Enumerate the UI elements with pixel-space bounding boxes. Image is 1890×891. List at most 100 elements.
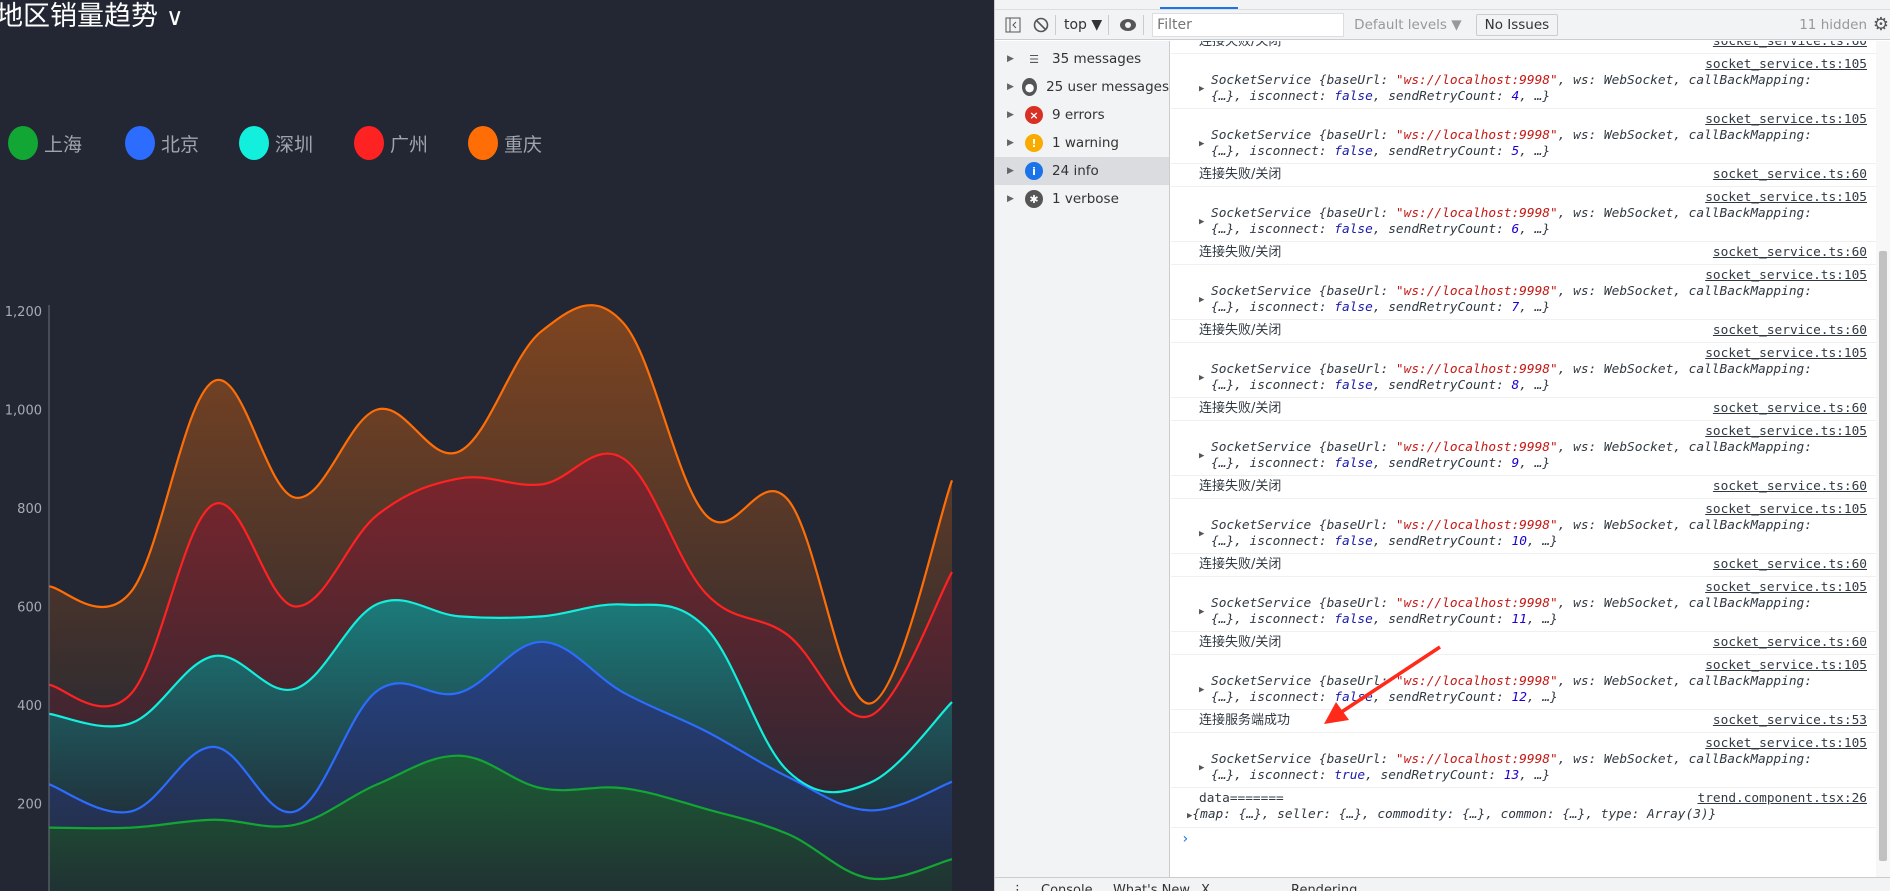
sidebar-item-2[interactable]: ▶ × 9 errors [995, 101, 1169, 129]
log-object[interactable]: socket_service.ts:105 ▶ SocketService {bas… [1171, 54, 1877, 109]
source-link[interactable]: socket_service.ts:105 [1199, 112, 1867, 128]
sidebar-item-3[interactable]: ▶! 1 warning [995, 129, 1169, 157]
obj-l2a: {…}, isconnect: [1211, 222, 1335, 237]
isconnect-value: false [1334, 89, 1373, 104]
devtools-panel: top ▼ Default levels ▼ No Issues 11 hidd… [994, 0, 1890, 891]
source-link[interactable]: socket_service.ts:60 [1713, 557, 1867, 573]
sidebar-toggle-icon[interactable] [1005, 13, 1021, 37]
log-object[interactable]: socket_service.ts:105 ▶ SocketService {bas… [1171, 109, 1877, 164]
log-object[interactable]: socket_service.ts:105 ▶ SocketService {bas… [1171, 577, 1877, 632]
log-levels-dropdown[interactable]: Default levels ▼ [1354, 17, 1461, 33]
source-link[interactable]: socket_service.ts:105 [1199, 190, 1867, 206]
log-object[interactable]: socket_service.ts:105 ▶ SocketService {bas… [1171, 265, 1877, 320]
obj-l2b: , sendRetryCount: [1372, 612, 1512, 627]
console-prompt[interactable]: › [1171, 828, 1877, 850]
obj-url: "ws://localhost:9998" [1395, 596, 1558, 611]
source-link[interactable]: socket_service.ts:60 [1713, 479, 1867, 495]
drawer-tab-whats-new[interactable]: What's New [1113, 883, 1190, 891]
gear-icon[interactable]: ⚙ [1873, 14, 1889, 35]
expand-triangle-icon[interactable]: ▶ [1007, 166, 1025, 176]
source-link[interactable]: socket_service.ts:105 [1199, 658, 1867, 674]
legend-item-3[interactable]: 广州 [354, 126, 428, 160]
legend-item-1[interactable]: 北京 [125, 126, 199, 160]
filter-input[interactable] [1152, 12, 1345, 37]
obj-l2b: , sendRetryCount: [1372, 456, 1512, 471]
log-object[interactable]: socket_service.ts:105 ▶ SocketService {bas… [1171, 733, 1877, 788]
clear-console-icon[interactable] [1033, 13, 1049, 37]
eye-icon[interactable] [1119, 13, 1137, 37]
y-tick-label: 800 [17, 502, 42, 517]
expand-triangle-icon[interactable]: ▶ [1199, 292, 1204, 308]
source-link[interactable]: socket_service.ts:60 [1713, 401, 1867, 417]
obj-mid: , ws: WebSocket, callBackMapping: [1557, 752, 1812, 767]
expand-triangle-icon[interactable]: ▶ [1007, 110, 1025, 120]
expand-triangle-icon[interactable]: ▶ [1199, 604, 1204, 620]
expand-triangle-icon[interactable]: ▶ [1199, 682, 1204, 698]
retry-count-value: 13 [1503, 768, 1520, 783]
source-link[interactable]: socket_service.ts:60 [1713, 245, 1867, 261]
source-link[interactable]: trend.component.tsx:26 [1698, 791, 1868, 807]
console-sidebar: ▶ ☰ 35 messages ▶ ● 25 user messages ▶ × 9 error… [995, 41, 1170, 877]
sidebar-item-0[interactable]: ▶ ☰ 35 messages [995, 45, 1169, 73]
isconnect-value: false [1334, 456, 1373, 471]
expand-triangle-icon[interactable]: ▶ [1007, 82, 1022, 92]
obj-prefix: SocketService {baseUrl: [1211, 73, 1396, 88]
sidebar-item-label: 25 user messages [1046, 79, 1169, 95]
issues-button[interactable]: No Issues [1475, 13, 1559, 36]
isconnect-value: false [1334, 690, 1373, 705]
log-object[interactable]: socket_service.ts:105 ▶ SocketService {bas… [1171, 187, 1877, 242]
source-link[interactable]: socket_service.ts:105 [1199, 268, 1867, 284]
expand-triangle-icon[interactable]: ▶ [1007, 138, 1025, 148]
obj-prefix: SocketService {baseUrl: [1211, 362, 1396, 377]
scrollbar-thumb[interactable] [1879, 251, 1887, 861]
source-link[interactable]: socket_service.ts:105 [1199, 424, 1867, 440]
drawer-tab-close[interactable]: X [1201, 883, 1210, 891]
log-object[interactable]: socket_service.ts:105 ▶ SocketService {bas… [1171, 421, 1877, 476]
log-object[interactable]: socket_service.ts:105 ▶ SocketService {bas… [1171, 343, 1877, 398]
source-link[interactable]: socket_service.ts:105 [1199, 580, 1867, 596]
source-link[interactable]: socket_service.ts:60 [1713, 323, 1867, 339]
obj-prefix: SocketService {baseUrl: [1211, 284, 1396, 299]
source-link[interactable]: socket_service.ts:53 [1713, 713, 1867, 729]
legend-item-4[interactable]: 重庆 [468, 126, 542, 160]
y-tick-label: 600 [17, 601, 42, 616]
expand-triangle-icon[interactable]: ▶ [1199, 81, 1204, 97]
expand-triangle-icon[interactable]: ▶ [1199, 760, 1204, 776]
sidebar-item-5[interactable]: ▶ ✱ 1 verbose [995, 185, 1169, 213]
legend-item-0[interactable]: 上海 [8, 126, 82, 160]
drawer-tab-console[interactable]: Console [1041, 883, 1093, 891]
message-text: 连接失败/关闭 [1199, 557, 1282, 572]
source-link[interactable]: socket_service.ts:105 [1199, 57, 1867, 73]
source-link[interactable]: socket_service.ts:60 [1713, 41, 1867, 50]
obj-l2c: , …} [1519, 222, 1551, 237]
sidebar-item-1[interactable]: ▶ ● 25 user messages [995, 73, 1169, 101]
obj-url: "ws://localhost:9998" [1395, 362, 1558, 377]
y-tick-label: 400 [17, 699, 42, 714]
log-object[interactable]: socket_service.ts:105 ▶ SocketService {bas… [1171, 655, 1877, 710]
expand-triangle-icon[interactable]: ▶ [1199, 370, 1204, 386]
legend-marker-icon [8, 126, 38, 160]
obj-mid: , ws: WebSocket, callBackMapping: [1557, 128, 1812, 143]
drawer-tabbar: ⋮ Console What's New X Rendering [995, 877, 1890, 891]
source-link[interactable]: socket_service.ts:105 [1199, 346, 1867, 362]
source-link[interactable]: socket_service.ts:105 [1199, 502, 1867, 518]
drawer-tab-rendering[interactable]: Rendering [1291, 883, 1357, 891]
expand-triangle-icon[interactable]: ▶ [1199, 526, 1204, 542]
source-link[interactable]: socket_service.ts:60 [1713, 635, 1867, 651]
legend-item-2[interactable]: 深圳 [239, 126, 313, 160]
expand-triangle-icon[interactable]: ▶ [1199, 136, 1204, 152]
sidebar-item-4[interactable]: ▶ i 24 info [995, 157, 1169, 185]
console-messages: socket_service.ts:60 连接失败/关闭 socket_servic… [1171, 41, 1877, 877]
expand-triangle-icon[interactable]: ▶ [1007, 194, 1025, 204]
y-tick-label: 1,000 [5, 404, 42, 419]
expand-triangle-icon[interactable]: ▶ [1007, 54, 1025, 64]
source-link[interactable]: socket_service.ts:105 [1199, 736, 1867, 752]
log-object[interactable]: socket_service.ts:105 ▶ SocketService {bas… [1171, 499, 1877, 554]
data-object[interactable]: ▶{map: {…}, seller: {…}, commodity: {…},… [1187, 807, 1867, 824]
drawer-menu-icon[interactable]: ⋮ [1011, 883, 1024, 891]
expand-triangle-icon[interactable]: ▶ [1199, 448, 1204, 464]
context-selector[interactable]: top ▼ [1064, 13, 1102, 37]
console-scrollbar[interactable] [1876, 41, 1890, 877]
source-link[interactable]: socket_service.ts:60 [1713, 167, 1867, 183]
expand-triangle-icon[interactable]: ▶ [1199, 214, 1204, 230]
